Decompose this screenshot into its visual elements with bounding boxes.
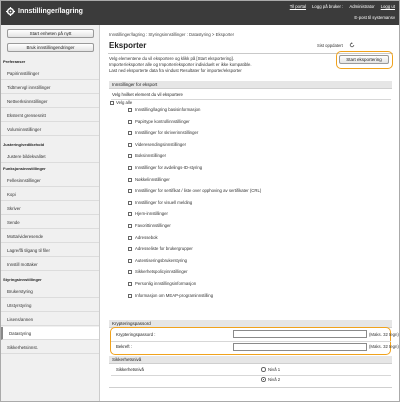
export-item-label: Innstillinger for visuell melding <box>135 199 193 205</box>
sidebar-header-adjustment: Justering/vedlikehold <box>3 142 45 147</box>
export-item-checkbox[interactable] <box>128 177 132 182</box>
restart-device-button[interactable]: Start enheten på nytt <box>7 29 94 38</box>
export-item-checkbox[interactable] <box>128 166 132 170</box>
password-max-length: (Maks. 32 tegn) <box>369 332 399 337</box>
security-level-1-label: Nivå 1 <box>268 367 281 372</box>
export-item-checkbox[interactable] <box>128 293 132 298</box>
sidebar-item-common[interactable]: Fellesinnstillinger <box>1 174 99 187</box>
export-item-label: Boksinnstillinger <box>135 153 167 159</box>
confirm-max-length: (Maks. 32 tegn) <box>369 344 399 349</box>
top-bar: Innstillinger/lagring Til portal Logg på… <box>1 1 399 25</box>
gear-icon <box>6 7 15 16</box>
export-item-checkbox[interactable] <box>128 131 132 136</box>
page-title: Eksporter <box>109 41 147 50</box>
export-item-checkbox[interactable] <box>128 154 132 159</box>
sidebar-item-security[interactable]: Sikkerhetsinnst. <box>1 341 99 354</box>
security-level-2-radio[interactable] <box>261 377 266 382</box>
export-item-label: Nøkkelinnstillinger <box>135 176 170 182</box>
security-level-2-label: Nivå 2 <box>268 377 281 382</box>
portal-link[interactable]: Til portal <box>290 4 306 9</box>
select-all-label: Velg alle <box>116 100 133 105</box>
top-links: Til portal Logg på bruker : Administrato… <box>290 4 395 9</box>
select-items-label: Velg hvilket element du vil eksportere <box>112 92 183 97</box>
sidebar-item-paper[interactable]: Papirinnstillinger <box>1 67 99 80</box>
export-item-label: Sikkerhetspolicyinnstillinger <box>135 269 188 275</box>
user-name: Administrator <box>349 4 375 9</box>
export-item-label: Innstillinger for sertifikat / liste ove… <box>135 188 262 194</box>
sidebar-header-functions: Funksjonsinnstillinger <box>3 166 46 171</box>
security-level-divider <box>111 375 391 376</box>
encryption-password-input[interactable] <box>233 330 367 338</box>
select-items-divider <box>111 99 391 100</box>
sidebar-item-user-management[interactable]: Brukerstyring <box>1 285 99 298</box>
export-item-label: Papirtype kontrollinnstillinger <box>135 118 190 124</box>
sidebar-item-network[interactable]: Nettverksinnstillinger <box>1 95 99 108</box>
confirm-password-input[interactable] <box>233 343 367 351</box>
sidebar-item-receive-forward[interactable]: Motta/videresende <box>1 230 99 243</box>
sidebar-item-data-management[interactable]: Datastyring <box>1 327 99 340</box>
export-item-label: Videresendingsinnstillinger <box>135 141 187 147</box>
start-export-button[interactable]: Start eksportering <box>339 55 389 64</box>
sidebar-item-volume[interactable]: Voluminnstillinger <box>1 123 99 136</box>
description-line-3: Last ned eksporterte data fra vindust Re… <box>109 68 242 73</box>
refresh-icon[interactable] <box>349 42 355 48</box>
email-admin-link[interactable]: E-post til systemansv <box>354 15 395 20</box>
security-level-label: Sikkerhetsnivå <box>116 367 144 372</box>
bottom-divider <box>109 387 392 388</box>
export-item-checkbox[interactable] <box>128 108 132 112</box>
sidebar: Start enheten på nytt Bruk innstillingen… <box>1 25 100 401</box>
sidebar-item-copy[interactable]: Kopi <box>1 188 99 201</box>
export-item-checkbox[interactable] <box>128 119 132 124</box>
sidebar-item-license[interactable]: Lisens/annen <box>1 313 99 326</box>
export-item-checkbox[interactable] <box>128 189 132 194</box>
login-user-label: Logg på bruker : <box>312 4 344 9</box>
export-item-label: Innstillinger for avdelings-ID-styring <box>135 165 203 170</box>
sidebar-item-printer[interactable]: Skriver <box>1 202 99 215</box>
sidebar-item-device-management[interactable]: Utstyrstyring <box>1 299 99 312</box>
export-item-label: Adressebok <box>135 234 158 240</box>
export-item-label: Adresseliste for brukergrupper <box>135 246 193 252</box>
app-title: Innstillinger/lagring <box>18 8 83 15</box>
export-item-label: Hjem-innstillinger <box>135 211 168 217</box>
export-settings-section: Innstillinger for eksport <box>109 81 392 89</box>
security-level-section: Sikkerhetsnivå <box>109 356 392 364</box>
sidebar-header-management: Styringsinnstillinger <box>3 277 42 282</box>
export-item-label: Autentiseringsbrukerstyring <box>135 257 188 263</box>
export-item-label: Informasjon om MEAP-programinnstilling <box>135 292 214 298</box>
export-item-checkbox[interactable] <box>128 270 132 275</box>
confirm-password-label: Bekreft : <box>116 344 133 349</box>
sidebar-item-store-access-files[interactable]: Lagre/få tilgang til filer <box>1 244 99 257</box>
select-all-checkbox[interactable] <box>110 101 114 105</box>
export-item-checkbox[interactable] <box>128 247 132 252</box>
export-item-checkbox[interactable] <box>128 282 132 286</box>
export-item-checkbox[interactable] <box>128 142 132 147</box>
export-item-label: Favorittinnstillinger <box>135 223 171 228</box>
description: Velg elementene du vil eksportere og kli… <box>109 56 252 74</box>
sidebar-item-image-quality[interactable]: Justere bildekvalitet <box>1 150 99 163</box>
export-item-checkbox[interactable] <box>128 235 132 240</box>
logout-link[interactable]: Logg ut <box>381 4 395 9</box>
export-item-checkbox[interactable] <box>128 200 132 205</box>
sidebar-item-external-interface[interactable]: Eksternt grensesnitt <box>1 109 99 122</box>
export-item-label: Personlig innstillingsinformasjon <box>135 281 197 286</box>
encryption-password-label: Krypteringspassord : <box>116 332 156 337</box>
apply-changes-button[interactable]: Bruk innstillingendringer <box>7 43 94 52</box>
sidebar-item-set-destination[interactable]: Innstill mottaker <box>1 258 99 271</box>
security-level-1-radio[interactable] <box>261 367 266 372</box>
sidebar-item-send[interactable]: Sende <box>1 216 99 229</box>
export-item-checkbox[interactable] <box>128 258 132 263</box>
export-item-checkbox[interactable] <box>128 212 132 217</box>
sidebar-item-timer[interactable]: Tidtmervgl innstillinger <box>1 81 99 94</box>
export-item-checkbox[interactable] <box>128 224 132 228</box>
export-item-label: Innstilling/lagring basisinformasjon <box>135 107 201 112</box>
breadcrumb: Innstillinger/lagring : Styringsinnstill… <box>109 32 235 37</box>
export-item-label: Innstillinger for skriverinnstillinger <box>135 130 199 136</box>
sidebar-header-preferences: Preferanser <box>3 59 26 64</box>
last-updated-label: Sist oppdatert <box>317 43 343 48</box>
password-divider <box>111 341 391 342</box>
